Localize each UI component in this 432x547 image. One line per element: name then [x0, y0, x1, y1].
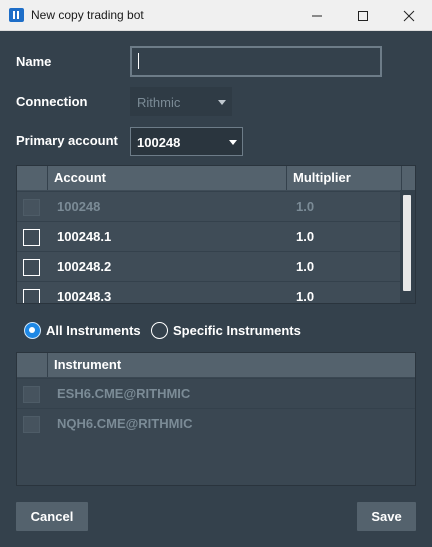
account-cell: 100248.3 [57, 289, 112, 304]
account-cell: 100248.1 [57, 229, 112, 244]
maximize-icon [358, 11, 368, 21]
instrument-column-header[interactable]: Instrument [47, 353, 415, 377]
radio-checked-icon [24, 322, 41, 339]
account-row[interactable]: 100248.1 1.0 [17, 221, 415, 251]
account-checkbox[interactable] [23, 229, 40, 246]
account-row[interactable]: 100248.2 1.0 [17, 251, 415, 281]
minimize-button[interactable] [294, 0, 340, 31]
scroll-thumb[interactable] [403, 195, 411, 291]
connection-label: Connection [16, 94, 88, 109]
primary-account-value: 100248 [137, 135, 181, 150]
instruments-grid-header: Instrument [17, 353, 415, 377]
all-instruments-label: All Instruments [46, 323, 141, 338]
maximize-button[interactable] [340, 0, 386, 31]
chevron-down-icon [218, 100, 226, 105]
select-column-header [17, 166, 47, 190]
name-label: Name [16, 54, 52, 69]
instrument-cell: NQH6.CME@RITHMIC [57, 416, 193, 431]
instrument-cell: ESH6.CME@RITHMIC [57, 386, 191, 401]
specific-instruments-label: Specific Instruments [173, 323, 301, 338]
instrument-checkbox [23, 386, 40, 403]
primary-account-select[interactable]: 100248 [130, 127, 243, 156]
instrument-row: NQH6.CME@RITHMIC [17, 408, 415, 438]
close-button[interactable] [386, 0, 432, 31]
title-bar: New copy trading bot [0, 0, 432, 31]
multiplier-column-header[interactable]: Multiplier [286, 166, 401, 190]
radio-unchecked-icon [151, 322, 168, 339]
select-column-header [17, 353, 47, 377]
instrument-checkbox [23, 416, 40, 433]
account-checkbox[interactable] [23, 259, 40, 276]
accounts-grid-header: Account Multiplier [17, 166, 415, 190]
instrument-row: ESH6.CME@RITHMIC [17, 378, 415, 408]
app-icon [9, 8, 24, 22]
scroll-column-header [401, 166, 415, 190]
account-checkbox[interactable] [23, 289, 40, 303]
account-checkbox [23, 199, 40, 216]
minimize-icon [312, 15, 322, 17]
window-title: New copy trading bot [31, 8, 144, 22]
account-cell: 100248 [57, 199, 101, 214]
account-cell: 100248.2 [57, 259, 112, 274]
connection-select: Rithmic [130, 87, 232, 116]
name-input[interactable] [130, 46, 382, 77]
text-caret [138, 53, 139, 69]
accounts-grid: Account Multiplier 100248 1.0 100248.1 1… [16, 165, 416, 304]
all-instruments-radio[interactable]: All Instruments [24, 321, 149, 341]
chevron-down-icon [229, 140, 237, 145]
account-column-header[interactable]: Account [47, 166, 286, 190]
connection-value: Rithmic [137, 95, 181, 110]
multiplier-cell: 1.0 [296, 199, 315, 214]
multiplier-cell[interactable]: 1.0 [286, 222, 314, 252]
save-button[interactable]: Save [357, 502, 416, 531]
instruments-grid: Instrument ESH6.CME@RITHMIC NQH6.CME@RIT… [16, 352, 416, 486]
multiplier-cell[interactable]: 1.0 [286, 282, 314, 303]
cancel-button[interactable]: Cancel [16, 502, 88, 531]
close-icon [403, 10, 415, 22]
account-row: 100248 1.0 [17, 191, 415, 221]
account-row[interactable]: 100248.3 1.0 [17, 281, 415, 304]
multiplier-cell[interactable]: 1.0 [286, 252, 314, 282]
specific-instruments-radio[interactable]: Specific Instruments [151, 321, 311, 341]
accounts-scrollbar[interactable] [400, 190, 415, 303]
primary-account-label: Primary account [16, 133, 118, 148]
